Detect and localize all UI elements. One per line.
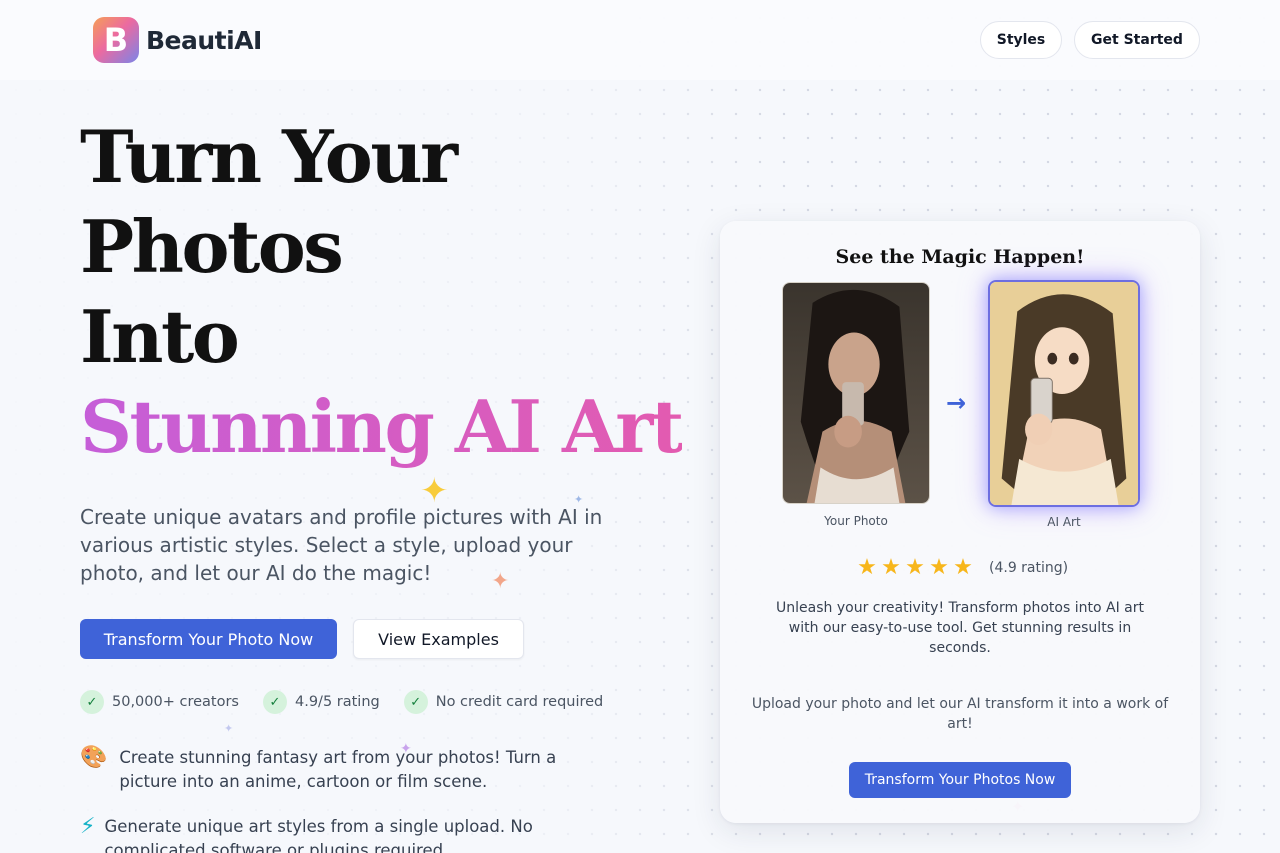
- nav-styles-button[interactable]: Styles: [980, 21, 1062, 59]
- feature-item: ⚡ Generate unique art styles from a sing…: [80, 815, 550, 853]
- star-icon: ★: [905, 555, 925, 580]
- star-icon: ★: [881, 555, 901, 580]
- view-examples-button[interactable]: View Examples: [353, 619, 524, 659]
- lightning-icon: ⚡: [80, 814, 96, 839]
- trust-badge-label: 4.9/5 rating: [295, 694, 380, 710]
- star-icon: ★: [857, 555, 877, 580]
- trust-badge-label: 50,000+ creators: [112, 694, 239, 710]
- hero-title-line: Photos: [80, 204, 344, 289]
- trust-badge: ✓ 4.9/5 rating: [263, 690, 380, 714]
- check-icon: ✓: [80, 690, 104, 714]
- transform-photo-button[interactable]: Transform Your Photo Now: [80, 619, 337, 659]
- before-photo: [782, 282, 930, 504]
- hero-title-accent: Stunning AI Art: [80, 382, 684, 472]
- after-caption: AI Art: [1047, 515, 1081, 529]
- rating: ★ ★ ★ ★ ★ (4.9 rating): [855, 557, 1068, 579]
- hero-title: Turn Your Photos Into Stunning AI Art: [80, 112, 684, 472]
- before-caption: Your Photo: [824, 514, 888, 528]
- feature-item: 🎨 Create stunning fantasy art from your …: [80, 746, 570, 794]
- feature-text: Generate unique art styles from a single…: [104, 817, 533, 853]
- demo-card-description: Unleash your creativity! Transform photo…: [776, 600, 1144, 656]
- feature-text: Create stunning fantasy art from your ph…: [119, 748, 557, 791]
- star-icon: ★: [953, 555, 973, 580]
- trust-badges: ✓ 50,000+ creators ✓ 4.9/5 rating ✓ No c…: [80, 690, 627, 714]
- rating-text: (4.9 rating): [989, 560, 1069, 576]
- trust-badge-label: No credit card required: [435, 694, 604, 710]
- check-icon: ✓: [403, 690, 428, 714]
- arrow-right-icon: →: [946, 389, 967, 417]
- trust-badge: ✓ 50,000+ creators: [80, 690, 239, 714]
- check-icon: ✓: [263, 690, 287, 714]
- palette-icon: 🎨: [80, 745, 108, 770]
- before-photo-image: [783, 283, 929, 503]
- brand-logo[interactable]: B BeautiAI: [93, 17, 262, 63]
- after-art: [988, 280, 1140, 507]
- brand-name: BeautiAI: [146, 25, 262, 55]
- demo-card: See the Magic Happen! Your Photo → AI Ar…: [720, 221, 1200, 823]
- upload-prompt: Upload your photo and let our AI transfo…: [751, 696, 1169, 732]
- hero-title-line: Turn Your: [80, 114, 458, 199]
- trust-badge: ✓ No credit card required: [403, 690, 604, 714]
- nav-get-started-button[interactable]: Get Started: [1074, 21, 1200, 59]
- transform-photos-button[interactable]: Transform Your Photos Now: [849, 762, 1071, 798]
- sparkle-icon: ✦: [224, 722, 234, 735]
- demo-card-title: See the Magic Happen!: [835, 246, 1085, 268]
- site-header: B BeautiAI Styles Get Started: [0, 0, 1280, 80]
- logo-icon: B: [93, 17, 139, 63]
- hero-description: Create unique avatars and profile pictur…: [80, 505, 603, 585]
- hero-title-line: Into: [80, 294, 240, 379]
- star-icon: ★: [929, 555, 949, 580]
- after-art-image: [990, 282, 1138, 505]
